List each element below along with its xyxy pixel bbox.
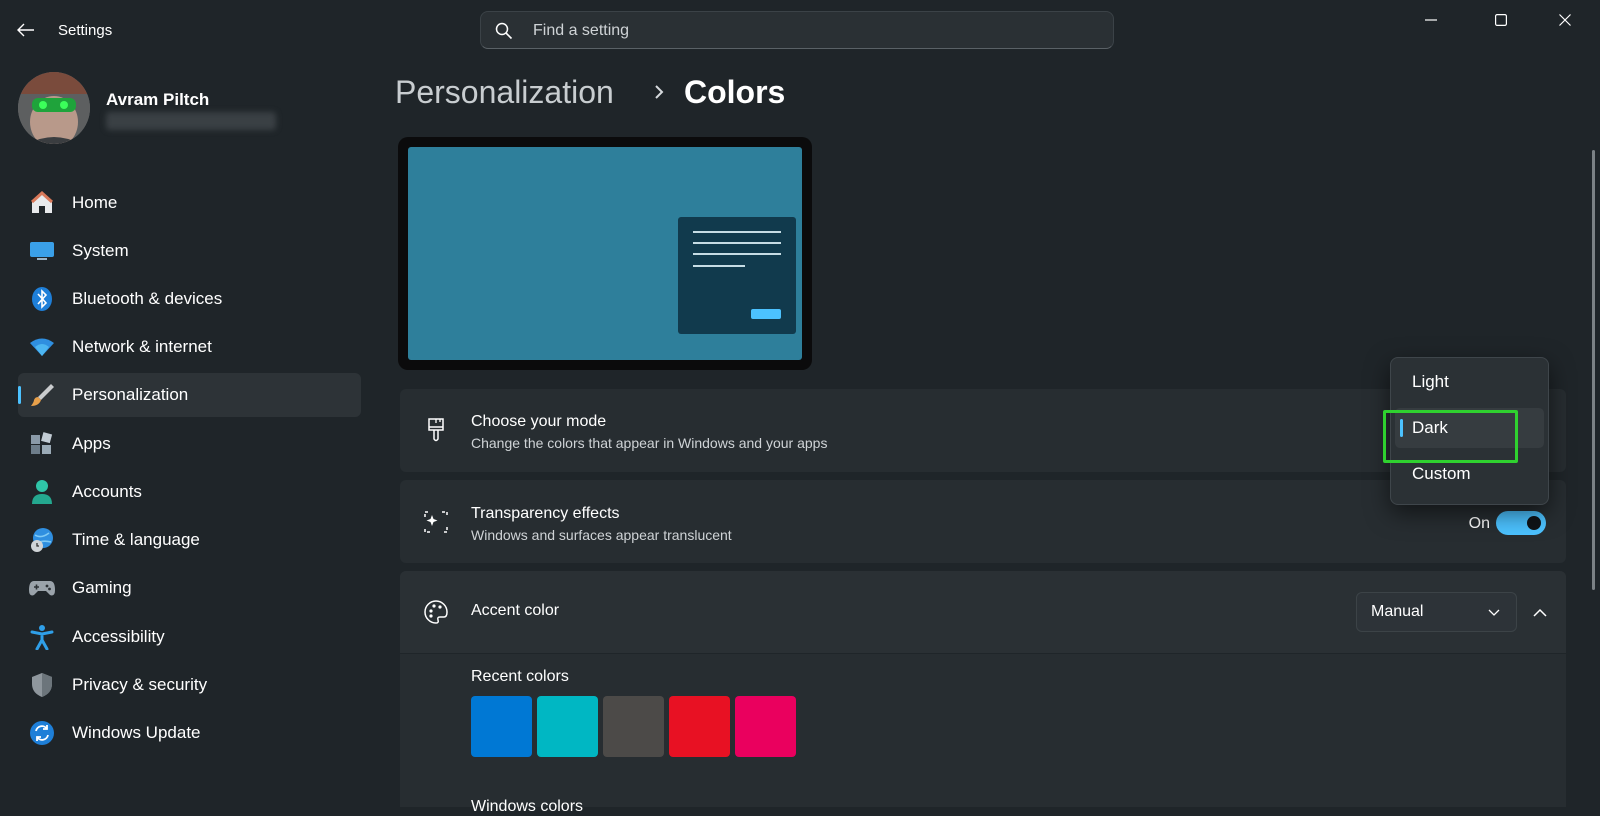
sidebar-item-label: Gaming <box>72 578 132 597</box>
recent-color-swatch[interactable] <box>471 696 532 757</box>
accent-color-card: Accent color Manual <box>400 571 1566 807</box>
back-button[interactable] <box>14 16 38 44</box>
mode-option-label: Dark <box>1412 418 1448 437</box>
app-title: Settings <box>58 22 113 39</box>
minimize-button[interactable] <box>1404 0 1458 40</box>
transparency-title: Transparency effects <box>471 505 620 522</box>
accessibility-icon <box>28 623 56 651</box>
home-icon <box>28 189 56 217</box>
globe-clock-icon <box>28 526 56 554</box>
palette-icon <box>422 598 450 626</box>
transparency-state-label: On <box>1468 515 1490 532</box>
sidebar-item-accessibility[interactable]: Accessibility <box>18 615 361 659</box>
choose-mode-title: Choose your mode <box>471 413 607 430</box>
mode-option-label: Custom <box>1412 464 1471 483</box>
sidebar-item-gaming[interactable]: Gaming <box>18 566 361 610</box>
chevron-down-icon <box>1488 609 1500 616</box>
recent-color-swatch[interactable] <box>603 696 664 757</box>
maximize-button[interactable] <box>1474 0 1528 40</box>
close-icon <box>1559 14 1571 26</box>
preview-accent-button <box>751 309 781 319</box>
transparency-icon <box>422 508 450 536</box>
transparency-subtitle: Windows and surfaces appear translucent <box>471 527 732 543</box>
accent-mode-value: Manual <box>1371 603 1424 620</box>
recent-colors-label: Recent colors <box>471 668 569 685</box>
wifi-icon <box>28 333 56 361</box>
page-title: Colors <box>684 74 786 110</box>
mode-option-custom[interactable]: Custom <box>1395 454 1544 494</box>
recent-color-swatch[interactable] <box>537 696 598 757</box>
chevron-up-icon <box>1533 608 1547 617</box>
accent-color-title: Accent color <box>471 602 560 619</box>
selection-indicator <box>1400 419 1403 437</box>
avatar[interactable] <box>18 72 90 144</box>
sidebar-item-label: Time & language <box>72 530 200 549</box>
choose-mode-subtitle: Change the colors that appear in Windows… <box>471 435 828 451</box>
sidebar-item-accounts[interactable]: Accounts <box>18 470 361 514</box>
mode-dropdown-menu: Light Dark Custom <box>1390 357 1549 505</box>
close-button[interactable] <box>1538 0 1592 40</box>
sidebar-item-time-language[interactable]: Time & language <box>18 518 361 562</box>
search-input[interactable] <box>531 12 1095 50</box>
sidebar-item-system[interactable]: System <box>18 229 361 273</box>
sidebar-item-label: Apps <box>72 434 111 453</box>
sidebar-item-apps[interactable]: Apps <box>18 422 361 466</box>
bluetooth-icon <box>28 285 56 313</box>
paint-brush-icon <box>422 416 450 444</box>
mode-option-dark[interactable]: Dark <box>1395 408 1544 448</box>
recent-color-swatch[interactable] <box>669 696 730 757</box>
transparency-toggle[interactable] <box>1496 511 1546 535</box>
sidebar-item-label: Network & internet <box>72 337 212 356</box>
back-arrow-icon <box>17 23 34 37</box>
avatar-image <box>18 72 90 144</box>
maximize-icon <box>1495 14 1507 26</box>
sidebar-item-personalization[interactable]: Personalization <box>18 373 361 417</box>
person-icon <box>28 478 56 506</box>
system-icon <box>28 237 56 265</box>
user-email-redacted <box>106 112 276 130</box>
sidebar-item-label: Privacy & security <box>72 675 208 694</box>
shield-icon <box>28 671 56 699</box>
sidebar-item-label: Accounts <box>72 482 142 501</box>
update-icon <box>28 719 56 747</box>
sidebar-item-home[interactable]: Home <box>18 181 361 225</box>
minimize-icon <box>1425 19 1437 21</box>
sidebar-item-label: Windows Update <box>72 723 201 742</box>
sidebar-item-label: Bluetooth & devices <box>72 289 223 308</box>
breadcrumb-parent[interactable]: Personalization <box>395 74 614 111</box>
sidebar-item-label: Accessibility <box>72 627 165 646</box>
windows-colors-label: Windows colors <box>471 798 584 815</box>
accent-collapse-button[interactable] <box>1526 599 1554 627</box>
sidebar-item-label: System <box>72 241 129 260</box>
apps-icon <box>28 430 56 458</box>
preview-window <box>678 217 796 334</box>
mode-option-light[interactable]: Light <box>1395 362 1544 402</box>
chevron-right-icon <box>655 85 664 99</box>
sidebar-item-label: Personalization <box>72 385 189 404</box>
brush-icon <box>28 381 56 409</box>
search-icon <box>495 22 513 40</box>
recent-color-swatch[interactable] <box>735 696 796 757</box>
preview-desktop <box>408 147 802 360</box>
sidebar-item-bluetooth[interactable]: Bluetooth & devices <box>18 277 361 321</box>
gamepad-icon <box>28 574 56 602</box>
user-name: Avram Piltch <box>106 90 210 109</box>
sidebar-item-windows-update[interactable]: Windows Update <box>18 711 361 755</box>
sidebar-item-network[interactable]: Network & internet <box>18 325 361 369</box>
theme-preview <box>398 137 812 370</box>
sidebar-item-privacy[interactable]: Privacy & security <box>18 663 361 707</box>
search-box[interactable] <box>480 11 1114 50</box>
toggle-knob <box>1527 516 1541 530</box>
sidebar-item-label: Home <box>72 193 118 212</box>
active-indicator <box>18 386 21 404</box>
mode-option-label: Light <box>1412 372 1449 391</box>
accent-mode-select[interactable]: Manual <box>1356 592 1517 632</box>
page-scrollbar[interactable] <box>1592 150 1595 590</box>
